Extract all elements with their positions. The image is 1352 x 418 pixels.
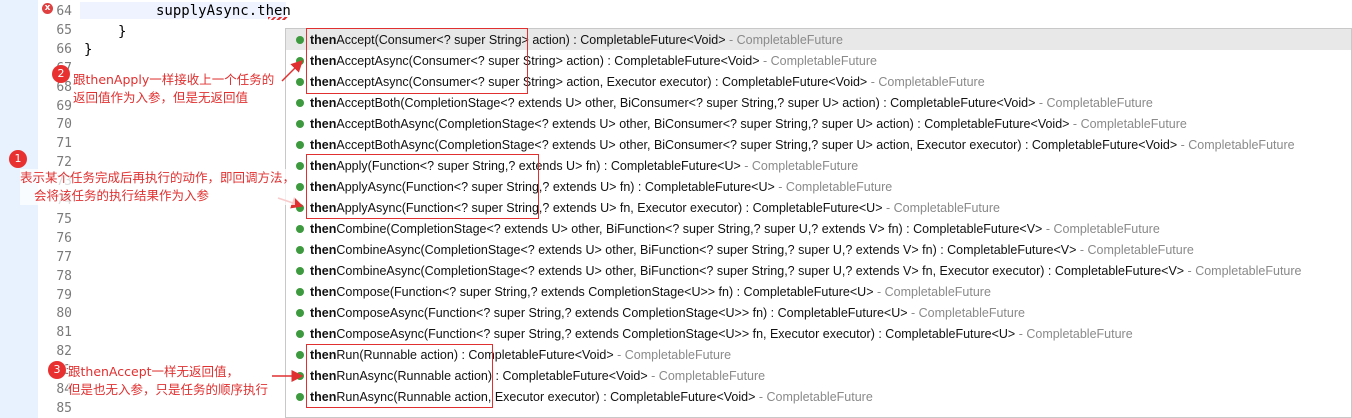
annotation-2-line-2: 返回值作为入参，但是无返回值 — [73, 90, 249, 105]
annotation-arrows — [272, 59, 304, 382]
annotation-2-text: 跟thenApply一样接收上一个任务的 返回值作为入参，但是无返回值 — [73, 71, 275, 107]
annotation-1-line-2: 会将该任务的执行结果作为入参 — [34, 188, 210, 203]
annotation-badge-3: 3 — [48, 361, 66, 379]
annotation-3-line-1: 跟thenAccept一样无返回值， — [68, 364, 240, 379]
arrow-annotation-2 — [281, 59, 304, 82]
annotation-3-line-2: 但是也无入参，只是任务的顺序执行 — [68, 382, 269, 397]
annotation-1-text: 表示某个任务完成后再执行的动作，即回调方法， 会将该任务的执行结果作为入参 — [20, 169, 296, 205]
annotation-3-text: 跟thenAccept一样无返回值， 但是也无入参，只是任务的顺序执行 — [68, 363, 269, 399]
annotation-2-line-1: 跟thenApply一样接收上一个任务的 — [73, 72, 275, 87]
annotation-badge-1: 1 — [9, 150, 27, 168]
annotation-badge-2: 2 — [52, 65, 70, 83]
annotation-1-line-1: 表示某个任务完成后再执行的动作，即回调方法， — [20, 170, 296, 185]
